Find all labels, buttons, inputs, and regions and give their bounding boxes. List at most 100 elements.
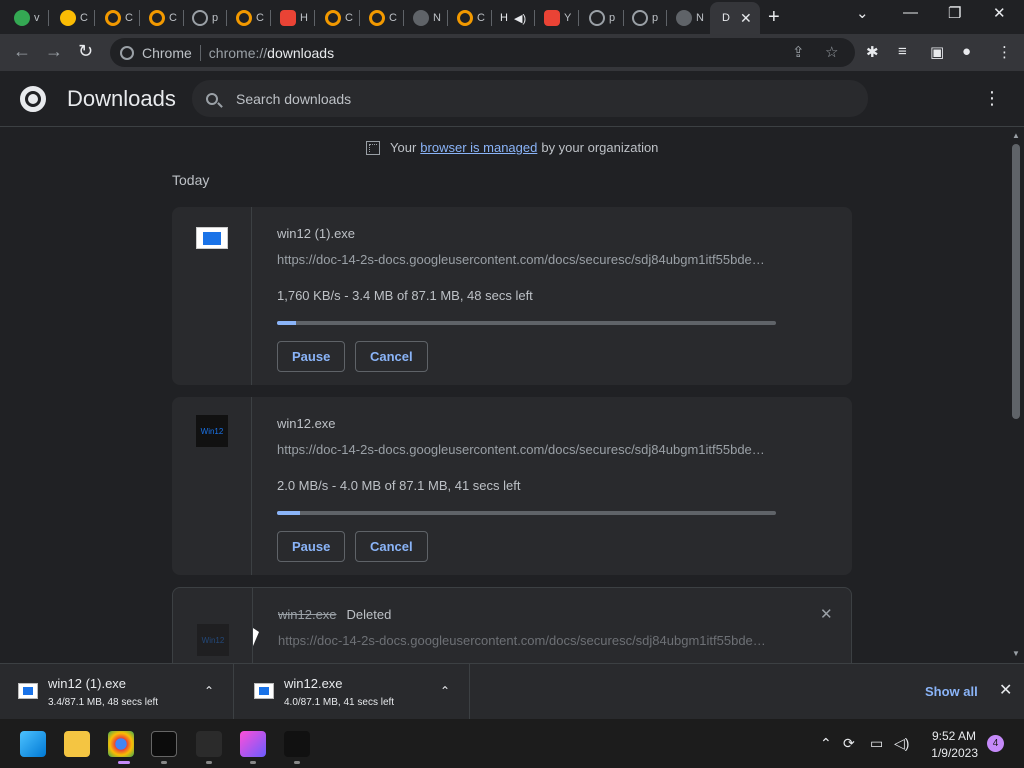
tab[interactable]: v [14,4,44,32]
download-installer-icon[interactable] [196,731,222,757]
download-item-deleted: Win12 win12.exe Deleted https://doc-14-2s… [172,587,852,663]
file-name[interactable]: win12.exe [277,416,336,431]
site-icon [105,10,121,26]
forward-button[interactable]: → [45,41,63,62]
site-icon [457,10,473,26]
exe-file-icon [196,227,228,249]
google-drive-icon [60,10,76,26]
scrollbar[interactable]: ▲ ▼ [1008,127,1024,663]
scroll-down-icon[interactable]: ▼ [1012,649,1020,658]
chevron-up-icon[interactable]: ⌃ [820,735,832,752]
tab[interactable]: C [60,4,90,32]
notification-badge[interactable]: 4 [987,735,1004,752]
managed-link[interactable]: browser is managed [420,140,537,155]
download-status: 2.0 MB/s - 4.0 MB of 87.1 MB, 41 secs le… [277,478,521,493]
file-explorer-icon[interactable] [64,731,90,757]
managed-notice: Your browser is managed by your organiza… [366,140,658,155]
file-name[interactable]: win12 (1).exe [277,226,355,241]
cancel-button[interactable]: Cancel [355,341,428,372]
tab[interactable]: H ◀) [500,4,526,32]
chevron-up-icon[interactable]: ⌃ [440,684,450,698]
more-actions-icon[interactable]: ⋮ [983,88,1001,109]
profile-icon[interactable]: ● [962,43,971,60]
chrome-taskbar-icon[interactable] [108,731,134,757]
reload-button[interactable]: ↻ [78,41,93,62]
tab[interactable]: C [369,4,399,32]
tab[interactable]: C [149,4,179,32]
side-panel-icon[interactable]: ▣ [930,43,944,61]
pause-button[interactable]: Pause [277,341,346,372]
chevron-up-icon[interactable]: ⌃ [204,684,214,698]
shelf-item[interactable]: win12 (1).exe 3.4/87.1 MB, 48 secs left … [0,664,234,720]
tab[interactable]: C [457,4,487,32]
close-tab-icon[interactable]: ✕ [740,10,752,27]
google-drive-icon [14,10,30,26]
clock-date[interactable]: 1/9/2023 [928,746,978,760]
page-title: Downloads [67,86,176,111]
tab[interactable]: C [236,4,266,32]
tab[interactable]: H [280,4,310,32]
tab[interactable]: p [589,4,619,32]
deleted-label: Deleted [346,607,392,622]
tab[interactable]: C [325,4,355,32]
back-button[interactable]: ← [13,41,31,62]
tab[interactable]: N [413,4,443,32]
share-icon[interactable]: ⇪ [792,43,805,61]
tab-downloads-active[interactable]: D ✕ [710,2,760,34]
youtube-icon [280,10,296,26]
tab-search-button[interactable]: ⌄ [856,4,869,22]
remove-from-list-icon[interactable]: ✕ [820,605,833,623]
minimize-button[interactable]: — [903,4,918,21]
tab[interactable]: N [676,4,706,32]
volume-icon[interactable]: ◁) [894,735,909,752]
restore-button[interactable]: ❐ [948,4,961,22]
scroll-thumb[interactable] [1012,144,1020,419]
chrome-menu-icon[interactable]: ⋮ [997,43,1012,61]
new-tab-button[interactable]: + [768,6,780,29]
download-item: Win12 win12.exe https://doc-14-2s-docs.g… [172,397,852,575]
downloads-header: Downloads ⋮ [0,71,1024,127]
download-item: win12 (1).exe https://doc-14-2s-docs.goo… [172,207,852,385]
file-url[interactable]: https://doc-14-2s-docs.googleusercontent… [278,633,778,648]
progress-bar [277,321,776,325]
exe-file-icon [254,683,274,699]
sync-icon[interactable]: ⟳ [843,735,855,752]
site-icon [369,10,385,26]
file-name: win12.exe [278,607,337,622]
file-url[interactable]: https://doc-14-2s-docs.googleusercontent… [277,252,777,267]
tab[interactable]: Y [544,4,574,32]
tab[interactable]: p [192,4,222,32]
network-icon[interactable]: ▭ [870,735,883,752]
close-shelf-icon[interactable]: ✕ [999,680,1012,700]
globe-icon [192,10,208,26]
file-url[interactable]: https://doc-14-2s-docs.googleusercontent… [277,442,777,457]
app-icon[interactable] [240,731,266,757]
address-bar[interactable]: Chrome chrome://downloads ⇪ ☆ [110,38,855,67]
pause-button[interactable]: Pause [277,531,346,562]
win12-thumbnail-icon: Win12 [196,415,228,447]
bookmark-star-icon[interactable]: ☆ [825,43,838,61]
tab[interactable]: p [632,4,662,32]
globe-icon [589,10,605,26]
cancel-button[interactable]: Cancel [355,531,428,562]
extensions-icon[interactable]: ✱ [866,43,879,61]
terminal-icon[interactable] [151,731,177,757]
show-all-button[interactable]: Show all [925,684,978,699]
date-heading: Today [172,172,210,188]
progress-fill [277,511,300,515]
search-input[interactable] [236,90,836,107]
scroll-up-icon[interactable]: ▲ [1012,131,1020,140]
progress-bar [277,511,776,515]
reading-list-icon[interactable]: ≡ [898,43,907,60]
exe-file-icon [18,683,38,699]
browser-toolbar: ← → ↻ Chrome chrome://downloads ⇪ ☆ ✱ ≡ … [0,34,1024,71]
tab[interactable]: C [105,4,135,32]
search-bar[interactable] [192,80,868,117]
site-icon [236,10,252,26]
windows-start-icon[interactable] [20,731,46,757]
close-window-button[interactable]: ✕ [993,4,1006,22]
xbox-icon [676,10,692,26]
clock-time[interactable]: 9:52 AM [930,729,976,743]
win12-app-icon[interactable] [284,731,310,757]
shelf-item[interactable]: win12.exe 4.0/87.1 MB, 41 secs left ⌃ [236,664,470,720]
